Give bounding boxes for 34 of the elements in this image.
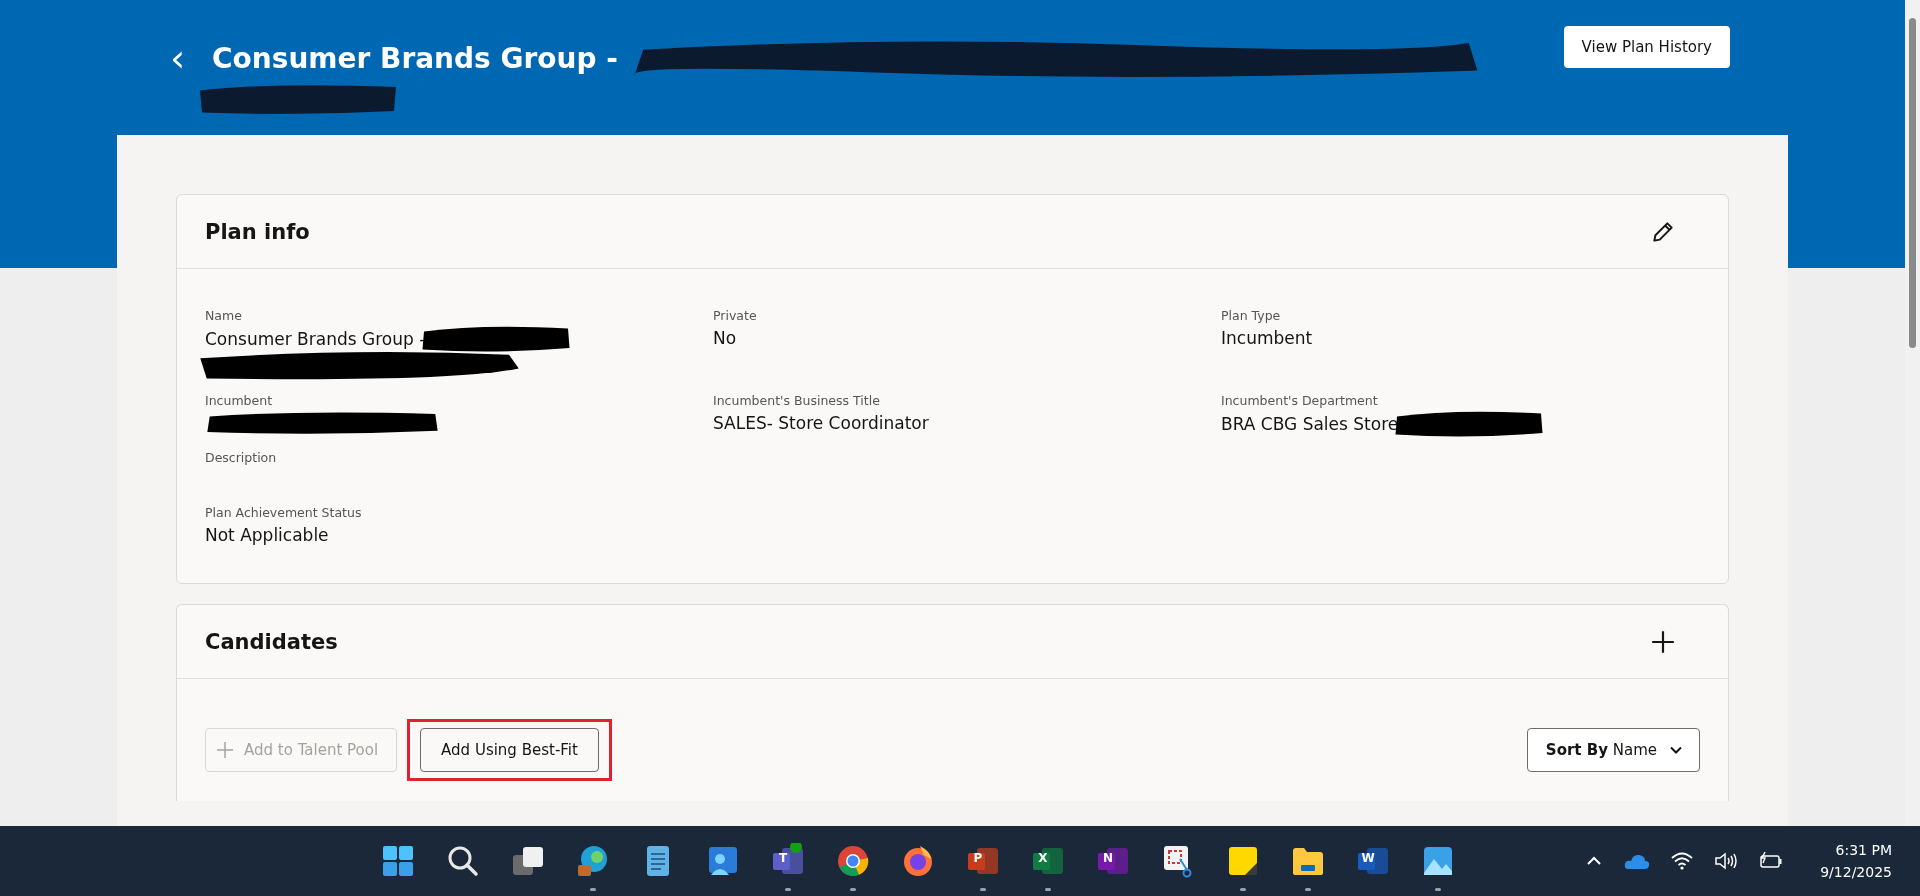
add-using-best-fit-button[interactable]: Add Using Best-Fit (420, 728, 599, 772)
app-letter: W (1361, 851, 1375, 865)
start-icon[interactable] (380, 843, 416, 879)
field-label: Description (205, 449, 277, 466)
field-value: No (713, 327, 737, 350)
field-value: BRA CBG Sales Store (1221, 413, 1399, 436)
field-label: Incumbent's Business Title (713, 392, 880, 409)
field-value: Not Applicable (205, 524, 329, 547)
battery-icon[interactable] (1758, 851, 1785, 871)
sort-dropdown[interactable]: Sort By Name (1526, 728, 1700, 772)
field-value: SALES- Store Coordinator (713, 412, 929, 435)
card-title: Plan info (205, 219, 310, 244)
field-label: Plan Achievement Status (205, 504, 362, 521)
app-letter: N (1101, 851, 1114, 865)
chrome-icon[interactable] (835, 843, 871, 879)
page-title: Consumer Brands Group - (212, 41, 618, 77)
volume-icon[interactable] (1714, 851, 1739, 871)
field-value: Incumbent (1221, 327, 1313, 350)
field-label: Incumbent's Department (1221, 392, 1378, 409)
field-label: Private (713, 307, 757, 324)
plus-icon (216, 741, 234, 759)
app-letter: X (1037, 851, 1049, 865)
add-icon[interactable] (1650, 628, 1676, 655)
view-plan-history-button[interactable]: View Plan History (1563, 26, 1730, 68)
app-letter: T (777, 851, 789, 865)
field-label: Incumbent (205, 392, 273, 409)
app-letter: P (972, 851, 984, 865)
wifi-icon[interactable] (1670, 851, 1695, 871)
card-title: Candidates (205, 629, 338, 654)
cloud-icon[interactable] (1624, 852, 1651, 870)
field-label: Plan Type (1221, 307, 1281, 324)
field-label: Name (205, 307, 242, 324)
clock[interactable]: 6:31 PM 9/12/2025 (1820, 839, 1892, 883)
back-button[interactable]: ‹ (170, 40, 212, 76)
